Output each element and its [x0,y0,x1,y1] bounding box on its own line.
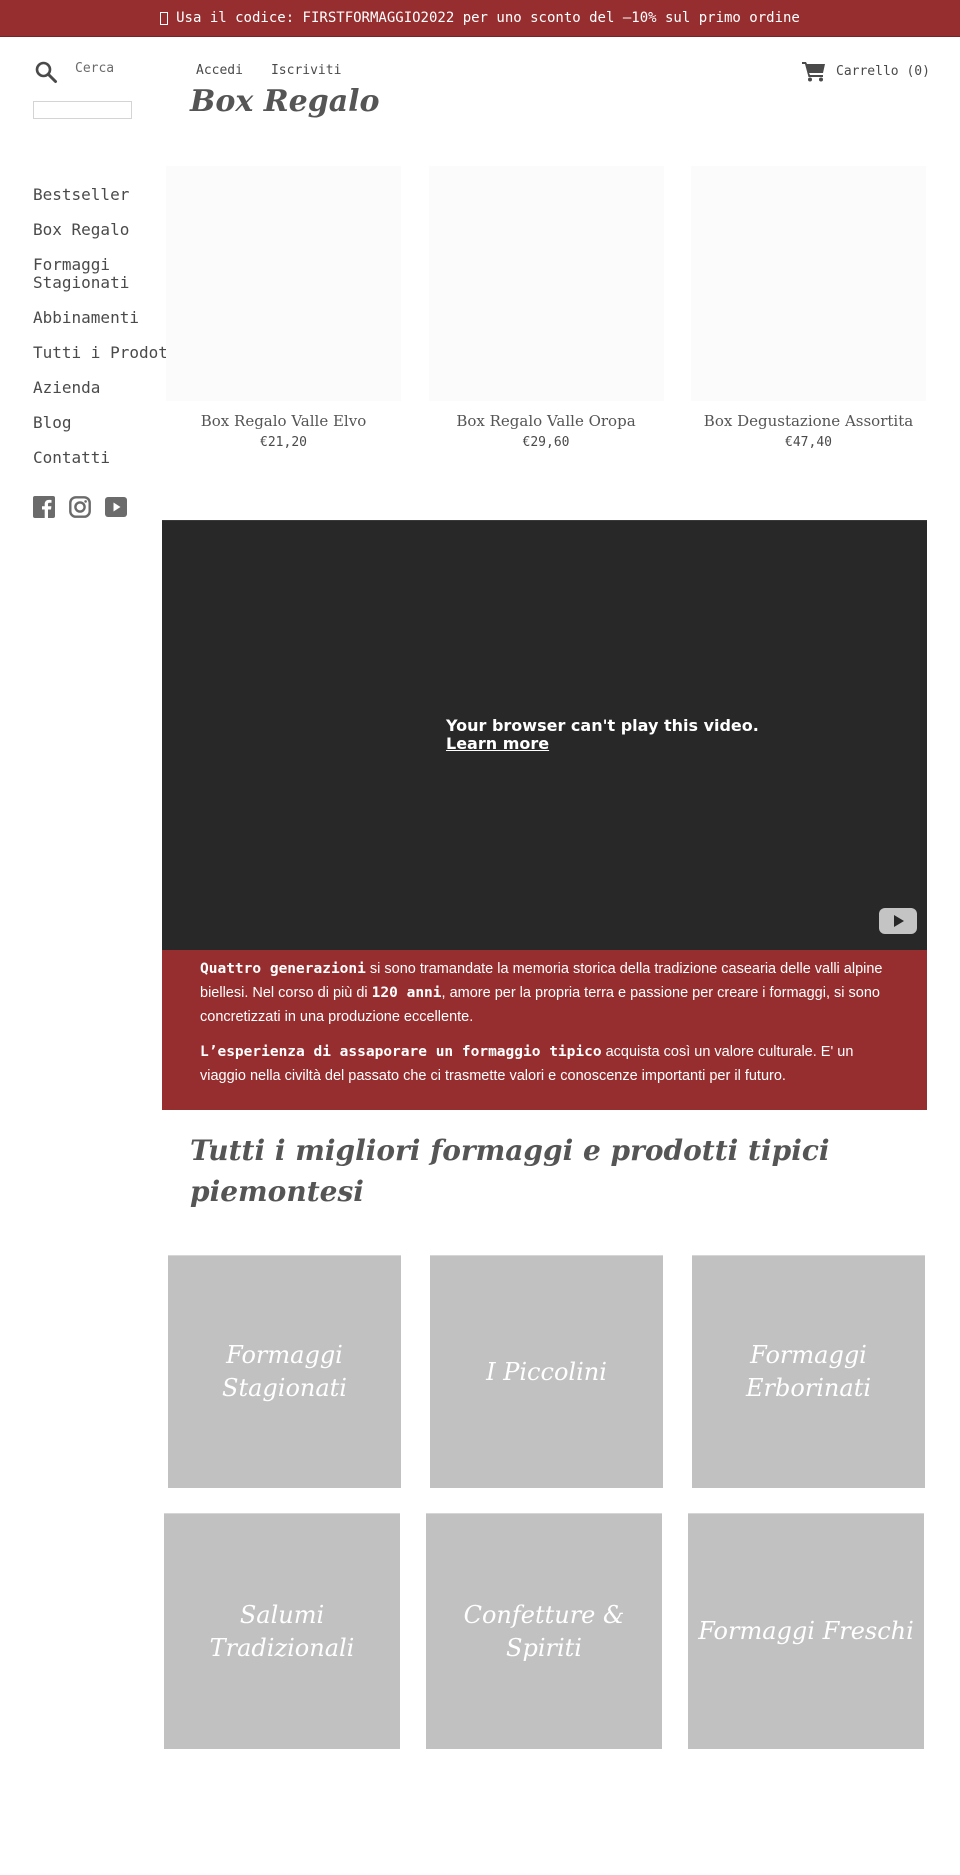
product-image[interactable] [691,166,926,401]
page-title: Box Regalo [190,84,380,119]
collection-tile-i-piccolini[interactable]: I Piccolini [430,1255,663,1488]
product-name[interactable]: Box Degustazione Assortita [691,412,926,430]
product-grid: Box Regalo Valle Elvo €21,20 Box Regalo … [166,166,926,450]
product-card[interactable]: Box Degustazione Assortita €47,40 [691,166,926,450]
product-price: €21,20 [260,435,307,450]
about-highlight: 120 anni [371,985,442,1001]
youtube-play-icon[interactable] [879,908,917,934]
product-price: €47,40 [785,435,832,450]
facebook-icon[interactable] [33,496,55,518]
sidebar-item-contatti[interactable]: Contatti [33,449,203,467]
product-image[interactable] [428,166,664,401]
video-error-text: Your browser can't play this video. [446,716,759,735]
instagram-icon[interactable] [69,496,91,518]
collection-tile-formaggi-stagionati[interactable]: Formaggi Stagionati [168,1255,401,1488]
register-link[interactable]: Iscriviti [271,63,341,78]
learn-more-link[interactable]: Learn more [446,735,759,753]
social-links [33,496,127,518]
search-input[interactable] [33,101,132,119]
collection-tile-formaggi-freschi[interactable]: Formaggi Freschi [688,1513,924,1749]
collection-tile-salumi-tradizionali[interactable]: Salumi Tradizionali [164,1513,400,1749]
cart-icon [802,62,825,82]
announcement-text: Usa il codice: FIRSTFORMAGGIO2022 per un… [176,10,800,26]
login-link[interactable]: Accedi [196,63,243,78]
product-card[interactable]: Box Regalo Valle Elvo €21,20 [166,166,401,450]
product-name[interactable]: Box Regalo Valle Oropa [429,412,664,430]
collections-title: Tutti i migliori formaggi e prodotti tip… [190,1134,830,1208]
about-paragraph-1: Quattro generazioni si sono tramandate l… [200,957,889,1029]
cart-link[interactable]: Carrello (0) [802,60,930,82]
product-price: €29,60 [522,435,570,450]
missing-glyph-icon [160,11,169,25]
search-icon[interactable] [34,60,58,84]
about-paragraph-2: L’esperienza di assaporare un formaggio … [200,1040,889,1088]
search-label: Cerca [75,61,115,76]
product-card[interactable]: Box Regalo Valle Oropa €29,60 [428,166,664,450]
account-links: Accedi Iscriviti [196,63,341,78]
product-image[interactable] [166,166,401,401]
video-error-message: Your browser can't play this video. Lear… [446,717,759,753]
video-embed[interactable]: Your browser can't play this video. Lear… [162,520,927,950]
announcement-bar: Usa il codice: FIRSTFORMAGGIO2022 per un… [0,0,960,37]
youtube-icon[interactable] [105,496,127,518]
about-highlight: Quattro generazioni [200,961,366,977]
about-block: Quattro generazioni si sono tramandate l… [162,950,927,1110]
collection-tile-formaggi-erborinati[interactable]: Formaggi Erborinati [692,1255,925,1488]
product-name[interactable]: Box Regalo Valle Elvo [166,412,401,430]
cart-label: Carrello (0) [836,63,930,79]
collection-tile-confetture-spiriti[interactable]: Confetture & Spiriti [426,1513,662,1749]
about-highlight: L’esperienza di assaporare un formaggio … [200,1044,602,1060]
